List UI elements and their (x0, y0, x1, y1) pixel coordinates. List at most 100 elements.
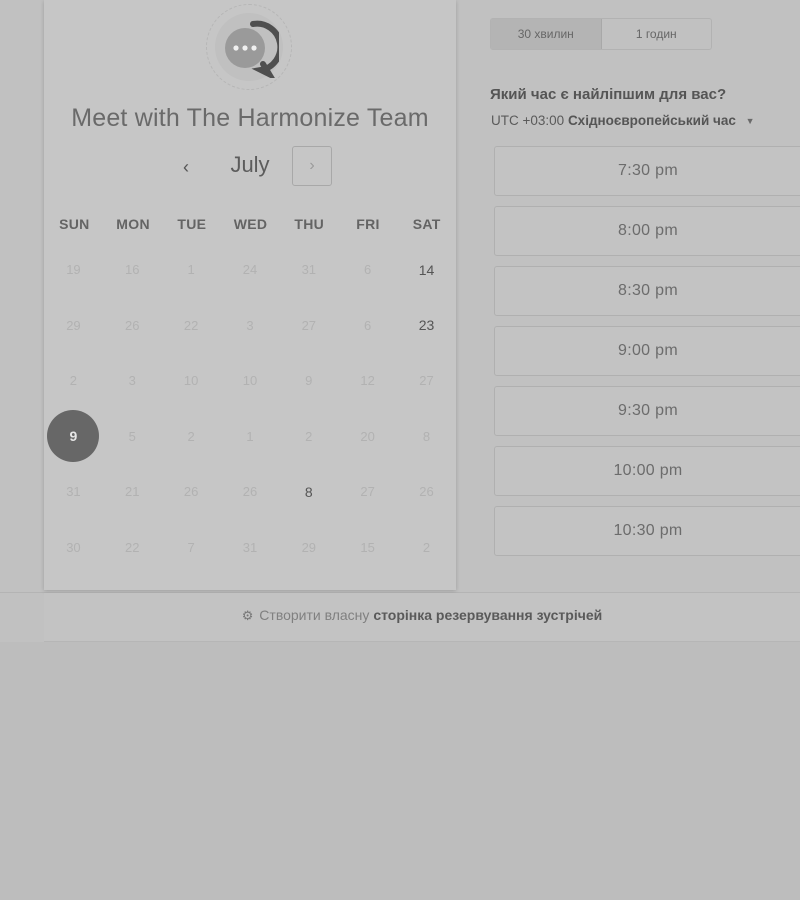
time-slot-button[interactable]: 9:30 pm (494, 386, 800, 436)
day-number: 14 (418, 261, 435, 278)
day-number: 21 (125, 484, 140, 500)
calendar-day: 3 (103, 353, 162, 409)
weekday-label: SAT (412, 216, 441, 232)
day-number: 5 (128, 428, 136, 444)
time-slot-button[interactable]: 7:30 pm (494, 146, 800, 196)
calendar-day: 6 (338, 298, 397, 354)
calendar-day: 2 (44, 353, 103, 409)
calendar-week-row: 2 3 10 10 9 12 27 (44, 353, 456, 409)
timezone-name: Східноєвропейський час (567, 113, 736, 128)
calendar-day: 15 (338, 520, 397, 576)
day-number: 1 (246, 428, 254, 444)
calendar-day: 12 (338, 353, 397, 409)
calendar-day: 26 (221, 464, 280, 520)
sprocket-icon: ⚙ (241, 608, 254, 623)
calendar-day: 24 (221, 242, 280, 298)
day-number: 12 (360, 373, 375, 389)
calendar-card: Meet with The Harmonize Team ‹ July › SU… (44, 0, 456, 590)
calendar-day: 31 (279, 242, 338, 298)
day-number: 1 (187, 262, 195, 278)
calendar-day: 10 (162, 353, 221, 409)
time-slot-label: 9:30 pm (618, 402, 678, 419)
calendar-week-row: 19 16 1 24 31 6 14 (44, 242, 456, 298)
day-number: 26 (125, 317, 140, 333)
calendar-day: 10 (221, 353, 280, 409)
calendar-grid: SUN MON TUE WED THU FRI SAT 19 16 1 24 31 6 14 29 26 22… (44, 206, 456, 575)
calendar-day: 7 (162, 520, 221, 576)
duration-option[interactable]: 30 хвилин (491, 19, 602, 49)
calendar-day: 31 (221, 520, 280, 576)
calendar-day: 16 (103, 242, 162, 298)
day-number: 9 (305, 373, 313, 389)
time-slot-button[interactable]: 9:00 pm (494, 326, 800, 376)
duration-option[interactable]: 1 годин (602, 19, 712, 49)
time-slot-button[interactable]: 10:00 pm (494, 446, 800, 496)
calendar-day: 22 (103, 520, 162, 576)
day-number: 15 (360, 539, 375, 555)
month-label: July (230, 152, 270, 177)
day-number: 8 (304, 483, 313, 500)
day-number: 23 (418, 317, 435, 334)
weekday-label: FRI (356, 216, 380, 232)
calendar-day: 30 (44, 520, 103, 576)
calendar-day: 2 (162, 409, 221, 465)
time-slot-button[interactable]: 10:30 pm (494, 506, 800, 556)
day-number: 3 (246, 317, 254, 333)
day-number: 2 (187, 428, 195, 444)
day-number: 26 (242, 484, 258, 500)
time-slot-label: 10:00 pm (613, 462, 683, 479)
duration-selector: 30 хвилин 1 годин (490, 18, 712, 50)
caret-down-icon: ▼ (745, 116, 755, 126)
calendar-week-row: 30 22 7 31 29 15 2 (44, 520, 456, 576)
day-number: 27 (419, 373, 434, 389)
day-number: 31 (301, 262, 317, 278)
day-number: 10 (242, 373, 258, 389)
timezone-selector[interactable]: UTC +03:00 Східноєвропейський час ▼ (491, 113, 755, 128)
calendar-day: 3 (221, 298, 280, 354)
calendar-day: 8 (397, 409, 456, 465)
day-number: 22 (125, 539, 140, 555)
day-number: 8 (422, 428, 431, 444)
day-number: 22 (183, 317, 199, 333)
calendar-day: 26 (397, 464, 456, 520)
available-day[interactable]: 8 (279, 464, 338, 520)
calendar-day: 21 (103, 464, 162, 520)
selected-day[interactable]: 9 (44, 409, 103, 465)
calendar-day: 27 (397, 353, 456, 409)
time-slot-button[interactable]: 8:00 pm (494, 206, 800, 256)
calendar-week-row: 31 21 26 26 8 27 26 (44, 464, 456, 520)
calendar-day: 1 (221, 409, 280, 465)
available-day[interactable]: 14 (397, 242, 456, 298)
calendar-day: 22 (162, 298, 221, 354)
day-number: 27 (360, 484, 375, 500)
day-number: 26 (183, 484, 199, 500)
prev-month-button[interactable]: ‹ (172, 154, 200, 180)
weekday-label: TUE (177, 216, 207, 232)
footer-link[interactable]: сторінка резервування зустрічей (373, 607, 602, 623)
footer-banner: ⚙ Створити власну сторінка резервування … (44, 593, 800, 642)
day-number: 10 (183, 373, 199, 389)
weekday-label: THU (294, 216, 325, 232)
calendar-week-row: 9 5 2 1 2 20 8 (44, 409, 456, 465)
calendar-day: 31 (44, 464, 103, 520)
weekday-label: SUN (59, 216, 90, 232)
day-number: 7 (187, 539, 195, 555)
weekday-label: MON (116, 216, 150, 232)
calendar-day: 26 (162, 464, 221, 520)
calendar-day: 27 (279, 298, 338, 354)
day-number: 16 (125, 262, 140, 278)
available-day[interactable]: 23 (397, 298, 456, 354)
calendar-day: 9 (279, 353, 338, 409)
day-number: 2 (422, 539, 431, 555)
time-slot-label: 10:30 pm (613, 522, 683, 539)
day-number: 29 (301, 539, 317, 555)
time-slot-button[interactable]: 8:30 pm (494, 266, 800, 316)
calendar-day: 1 (162, 242, 221, 298)
calendar-day: 5 (103, 409, 162, 465)
day-number: 6 (364, 317, 372, 333)
team-logo (206, 4, 292, 90)
calendar-day: 29 (279, 520, 338, 576)
day-number: 9 (47, 410, 100, 463)
next-month-button[interactable]: › (292, 146, 332, 186)
calendar-weeks: 19 16 1 24 31 6 14 29 26 22 3 27 6 23 2 3 10 10 9 12 27 9 5 2 1 2… (44, 242, 456, 575)
